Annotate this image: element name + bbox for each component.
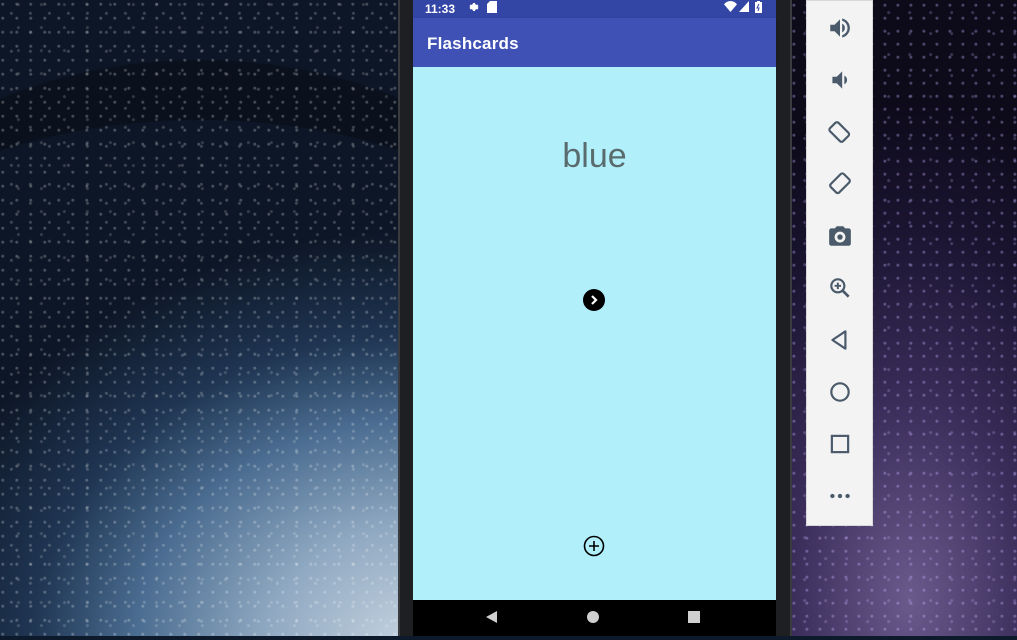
back-icon bbox=[827, 327, 853, 353]
volume-down-button[interactable] bbox=[823, 63, 857, 97]
rotate-left-icon bbox=[827, 119, 853, 145]
volume-up-button[interactable] bbox=[823, 11, 857, 45]
chevron-right-icon bbox=[588, 294, 600, 306]
phone-screen: 11:33 Flashcards blue bbox=[413, 0, 776, 636]
more-options-button[interactable] bbox=[823, 479, 857, 513]
rotate-left-button[interactable] bbox=[823, 115, 857, 149]
back-triangle-icon bbox=[485, 610, 501, 624]
app-bar: Flashcards bbox=[413, 18, 776, 67]
emulator-toolbar bbox=[806, 0, 873, 526]
more-icon bbox=[827, 483, 853, 509]
flashcard-word[interactable]: blue bbox=[413, 137, 776, 176]
signal-icon bbox=[739, 1, 749, 12]
home-icon bbox=[827, 379, 853, 405]
add-circle-icon bbox=[583, 535, 605, 557]
next-card-button[interactable] bbox=[583, 289, 605, 311]
status-time: 11:33 bbox=[425, 2, 456, 16]
camera-icon bbox=[827, 223, 853, 249]
screenshot-button[interactable] bbox=[823, 219, 857, 253]
flashcard-area[interactable]: blue bbox=[413, 67, 776, 600]
overview-icon bbox=[827, 431, 853, 457]
wifi-icon bbox=[724, 1, 737, 12]
emulator-back-button[interactable] bbox=[823, 323, 857, 357]
home-circle-icon bbox=[586, 610, 602, 624]
volume-up-icon bbox=[827, 15, 853, 41]
rotate-right-icon bbox=[827, 171, 853, 197]
emulator-home-button[interactable] bbox=[823, 375, 857, 409]
battery-icon bbox=[755, 1, 762, 13]
nav-home-button[interactable] bbox=[586, 610, 602, 626]
recents-square-icon bbox=[687, 610, 703, 624]
desktop-wallpaper-left bbox=[0, 0, 600, 636]
sd-card-icon bbox=[487, 1, 497, 13]
settings-icon bbox=[467, 1, 479, 13]
rotate-right-button[interactable] bbox=[823, 167, 857, 201]
app-title: Flashcards bbox=[427, 34, 519, 53]
zoom-in-icon bbox=[827, 275, 853, 301]
android-nav-bar bbox=[413, 600, 776, 636]
nav-back-button[interactable] bbox=[485, 610, 501, 626]
nav-recents-button[interactable] bbox=[687, 610, 703, 626]
emulator-overview-button[interactable] bbox=[823, 427, 857, 461]
status-bar: 11:33 bbox=[413, 0, 776, 18]
zoom-button[interactable] bbox=[823, 271, 857, 305]
volume-down-icon bbox=[827, 67, 853, 93]
add-card-button[interactable] bbox=[583, 535, 605, 557]
